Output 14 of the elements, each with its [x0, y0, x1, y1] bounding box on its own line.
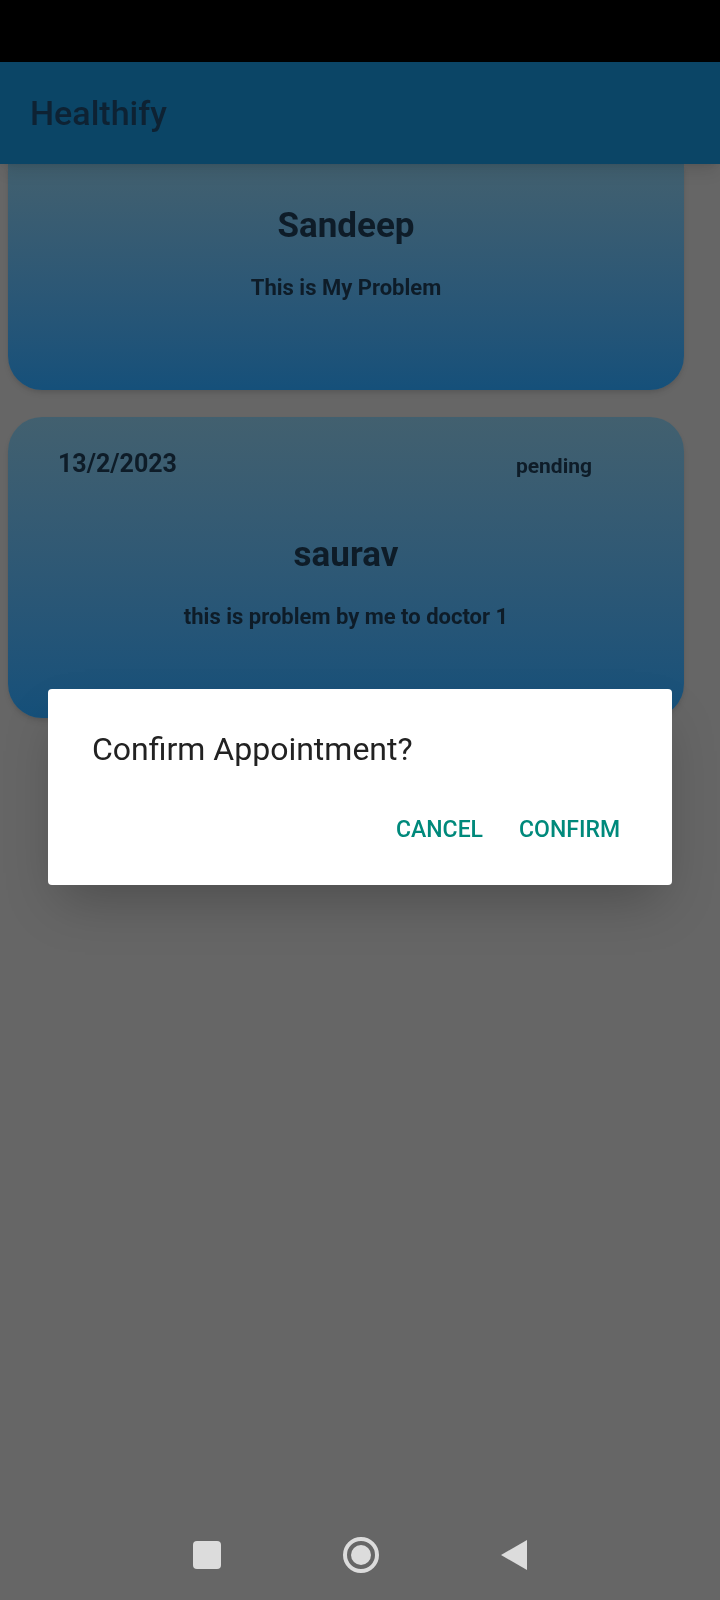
- appointment-card[interactable]: 13/2/2023 pending saurav this is problem by me to doctor 1: [8, 417, 684, 718]
- appointment-card[interactable]: Sandeep This is My Problem: [8, 164, 684, 390]
- dialog-button[interactable]: CONFIRM: [511, 805, 628, 856]
- patient-name: saurav: [293, 533, 399, 577]
- recent-apps-icon[interactable]: [192, 1540, 222, 1570]
- appointment-status: pending: [515, 453, 592, 480]
- problem-text: this is problem by me to doctor 1: [183, 602, 509, 631]
- appointment-date: 13/2/2023: [58, 448, 177, 480]
- dialog-button[interactable]: CANCEL: [388, 805, 492, 856]
- problem-text: This is My Problem: [250, 273, 442, 302]
- home-icon[interactable]: [342, 1536, 380, 1574]
- patient-name: Sandeep: [277, 204, 415, 248]
- dialog-title: Confirm Appointment?: [92, 729, 414, 770]
- back-icon[interactable]: [500, 1539, 528, 1571]
